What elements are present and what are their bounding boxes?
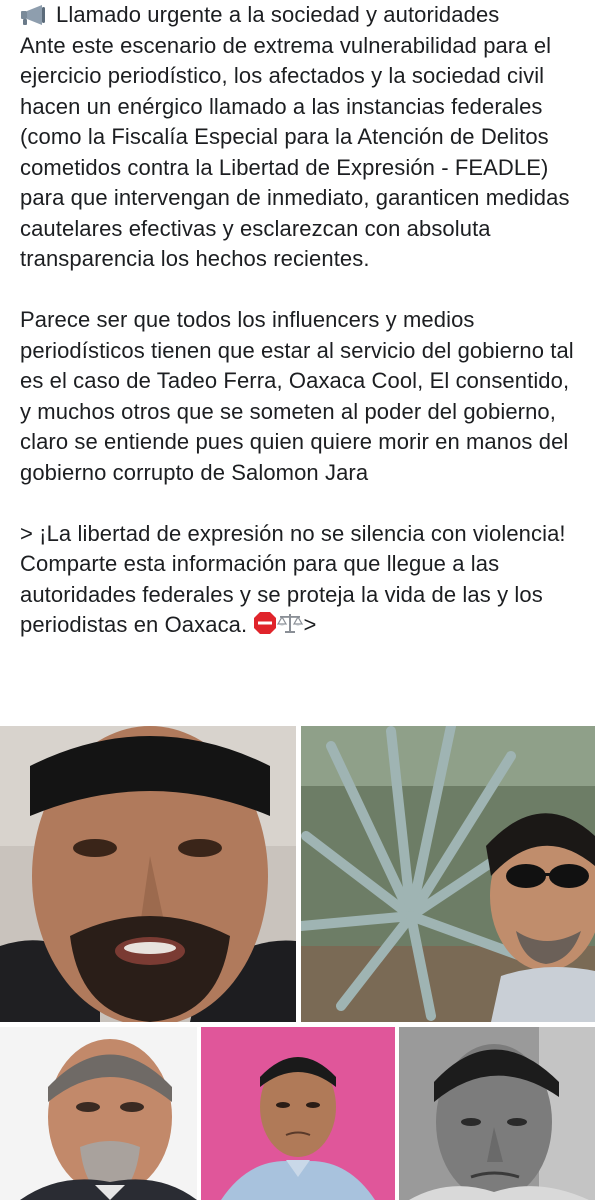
stop-sign-icon bbox=[253, 611, 277, 644]
post-paragraph-3-line: > ¡La libertad de expresión no se silenc… bbox=[20, 519, 580, 644]
photo-man-suit[interactable] bbox=[0, 1027, 197, 1200]
megaphone-icon bbox=[20, 4, 50, 26]
post-heading: Llamado urgente a la sociedad y autorida… bbox=[56, 2, 500, 27]
photo-man-bw[interactable] bbox=[399, 1027, 595, 1200]
post-paragraph-2: Parece ser que todos los influencers y m… bbox=[20, 307, 574, 485]
post-heading-line: Llamado urgente a la sociedad y autorida… bbox=[20, 0, 580, 31]
photo-man-agave[interactable] bbox=[301, 726, 595, 1022]
photo-man-pink-bg[interactable] bbox=[201, 1027, 395, 1200]
post-paragraph-3-tail: > bbox=[303, 612, 317, 637]
post-body: Llamado urgente a la sociedad y autorida… bbox=[20, 0, 580, 644]
photo-man-talking[interactable] bbox=[0, 726, 296, 1022]
scales-icon bbox=[277, 611, 304, 644]
post-paragraph-1: Ante este escenario de extrema vulnerabi… bbox=[20, 32, 570, 272]
